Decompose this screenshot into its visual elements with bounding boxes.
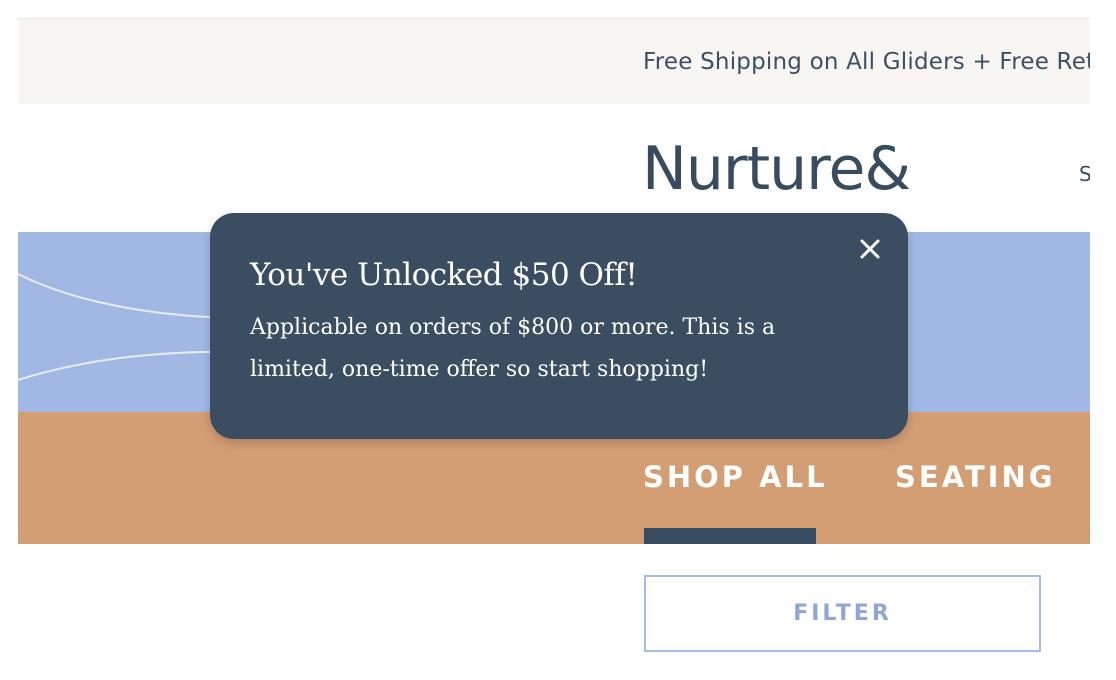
brand-logo[interactable]: Nurture& <box>642 134 911 204</box>
tab-seating[interactable]: SEATING <box>895 460 1056 494</box>
announcement-text: Free Shipping on All Gliders + Free Ret <box>643 49 1090 75</box>
toast-body: Applicable on orders of $800 or more. Th… <box>250 315 776 382</box>
announcement-bar: Free Shipping on All Gliders + Free Ret <box>18 18 1090 105</box>
close-icon[interactable] <box>856 235 884 263</box>
filter-button-label: FILTER <box>793 601 892 626</box>
header-nav-item-partial[interactable]: S <box>1079 162 1090 186</box>
filter-button[interactable]: FILTER <box>644 575 1041 652</box>
tab-shop-all[interactable]: SHOP ALL <box>643 460 828 494</box>
active-tab-indicator <box>644 528 816 544</box>
discount-toast: You've Unlocked $50 Off! Applicable on o… <box>210 213 908 439</box>
toast-title: You've Unlocked $50 Off! <box>250 257 638 293</box>
